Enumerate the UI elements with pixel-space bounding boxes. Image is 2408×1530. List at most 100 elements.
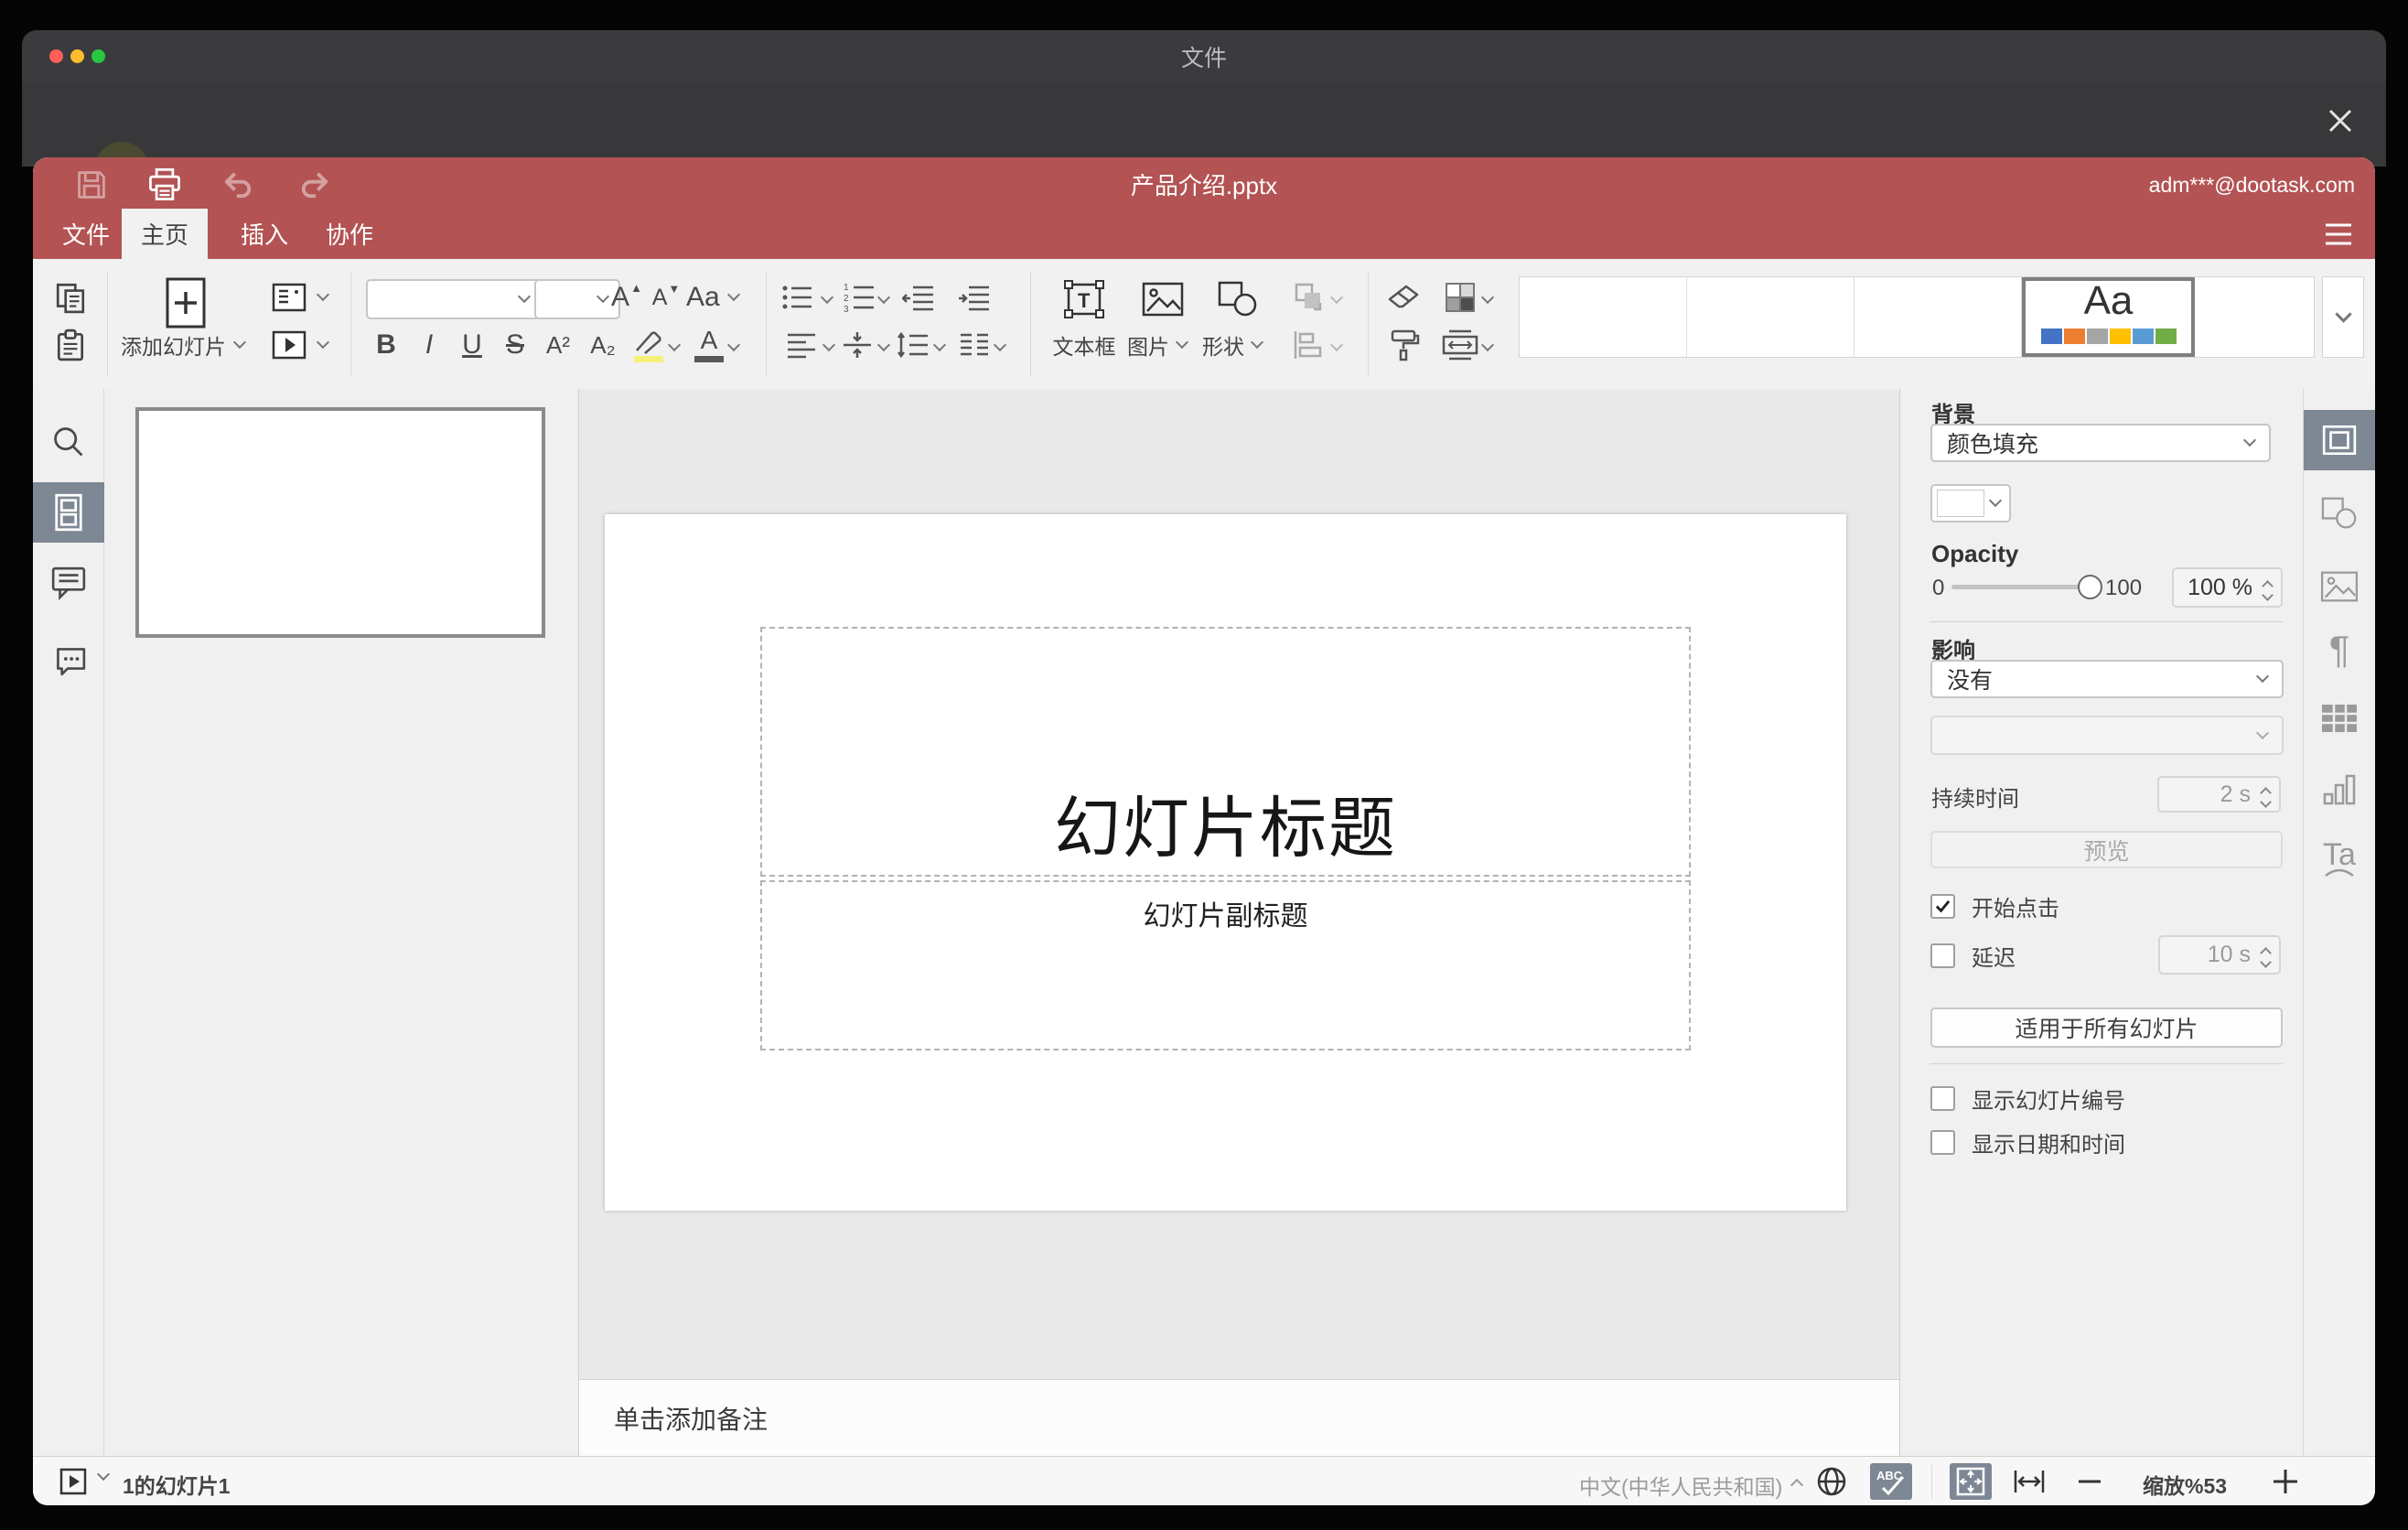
fit-to-slide-button[interactable] <box>1950 1463 1992 1500</box>
theme-option[interactable] <box>1520 277 1687 357</box>
image-settings-tab[interactable] <box>2304 556 2375 617</box>
horizontal-align-button[interactable] <box>780 324 822 366</box>
theme-option-selected[interactable]: Aa <box>2022 277 2195 357</box>
insert-image-button[interactable] <box>1134 276 1191 322</box>
font-name-select[interactable] <box>366 279 542 319</box>
spellcheck-button[interactable]: ABC <box>1870 1463 1912 1500</box>
fill-type-select[interactable]: 颜色填充 <box>1930 424 2271 462</box>
chevron-up-icon[interactable] <box>1790 1478 1804 1492</box>
theme-option[interactable] <box>2195 277 2314 357</box>
notes-area[interactable]: 单击添加备注 <box>579 1379 1899 1456</box>
undo-button[interactable] <box>212 161 263 209</box>
shape-settings-tab[interactable] <box>2304 483 2375 544</box>
start-slideshow-button[interactable] <box>271 324 330 366</box>
bullets-button[interactable] <box>777 276 819 318</box>
preview-button[interactable]: 预览 <box>1930 831 2283 868</box>
chevron-down-icon[interactable] <box>822 338 836 352</box>
decrease-font-button[interactable]: A ▼ <box>646 276 686 318</box>
underline-button[interactable]: U <box>452 324 492 366</box>
search-panel-button[interactable] <box>33 412 104 472</box>
vertical-align-button[interactable] <box>836 324 878 366</box>
spinner-arrows[interactable] <box>2260 943 2272 968</box>
slide-layout-button[interactable] <box>271 276 330 318</box>
tab-home[interactable]: 主页 <box>122 209 208 259</box>
chevron-down-icon[interactable] <box>1480 338 1495 352</box>
increase-indent-button[interactable] <box>953 276 995 318</box>
copy-style-button[interactable] <box>1382 324 1424 366</box>
textart-settings-tab[interactable]: Ta <box>2304 829 2375 889</box>
apply-to-all-slides-button[interactable]: 适用于所有幻灯片 <box>1930 1007 2283 1048</box>
slide-size-button[interactable] <box>1439 324 1481 366</box>
slide-thumbnail-selected[interactable] <box>135 407 545 638</box>
opacity-slider-track[interactable] <box>1951 585 2080 589</box>
increase-font-button[interactable]: A ▲ <box>607 276 647 318</box>
columns-button[interactable] <box>953 324 995 366</box>
align-shape-button[interactable] <box>1288 324 1330 366</box>
show-slide-number-checkbox[interactable] <box>1930 1086 1955 1111</box>
slide-editor-area[interactable]: 幻灯片标题 幻灯片副标题 <box>579 389 1899 1379</box>
theme-option[interactable] <box>1687 277 1854 357</box>
tab-file[interactable]: 文件 <box>46 209 126 259</box>
start-slideshow-status-button[interactable] <box>55 1463 91 1500</box>
print-button[interactable] <box>139 161 190 209</box>
zoom-in-button[interactable] <box>2265 1463 2306 1500</box>
numbering-button[interactable]: 123 <box>839 276 881 318</box>
opacity-slider-handle[interactable] <box>2078 575 2102 599</box>
slide-settings-tab[interactable] <box>2304 410 2375 470</box>
highlight-color-button[interactable] <box>628 324 670 366</box>
duration-input[interactable]: 2 s <box>2157 776 2281 813</box>
spinner-arrows[interactable] <box>2262 576 2274 601</box>
tab-insert[interactable]: 插入 <box>224 209 305 259</box>
minimize-traffic-light[interactable] <box>70 49 84 63</box>
opacity-value-input[interactable]: 100 % <box>2172 567 2283 608</box>
chevron-down-icon[interactable] <box>820 290 834 305</box>
chevron-down-icon[interactable] <box>1480 290 1495 305</box>
slide-canvas[interactable]: 幻灯片标题 幻灯片副标题 <box>605 514 1846 1211</box>
decrease-indent-button[interactable] <box>898 276 940 318</box>
font-color-button[interactable]: A <box>688 324 730 366</box>
zoom-out-button[interactable] <box>2069 1463 2110 1500</box>
subtitle-placeholder[interactable]: 幻灯片副标题 <box>760 880 1691 1051</box>
chat-panel-button[interactable] <box>33 629 104 689</box>
save-button[interactable] <box>66 161 117 209</box>
close-button[interactable] <box>2313 93 2368 148</box>
title-placeholder[interactable]: 幻灯片标题 <box>760 627 1691 877</box>
strikethrough-button[interactable]: S <box>495 324 535 366</box>
add-slide-menu[interactable]: 添加幻灯片 <box>121 324 247 366</box>
paste-button[interactable] <box>49 324 91 366</box>
paragraph-settings-tab[interactable]: ¶ <box>2304 624 2375 675</box>
fit-to-width-button[interactable] <box>2009 1463 2049 1500</box>
color-scheme-button[interactable] <box>1439 276 1481 318</box>
bold-button[interactable]: B <box>366 324 406 366</box>
chevron-down-icon[interactable] <box>876 338 891 352</box>
arrange-shape-button[interactable] <box>1288 276 1330 318</box>
slides-panel-button[interactable] <box>33 482 104 543</box>
table-settings-tab[interactable] <box>2304 688 2375 749</box>
insert-image-menu[interactable]: 图片 <box>1127 329 1189 361</box>
chevron-down-icon[interactable] <box>1329 338 1344 352</box>
chevron-down-icon[interactable] <box>96 1467 111 1482</box>
fill-color-picker[interactable] <box>1930 484 2011 523</box>
chevron-down-icon[interactable] <box>932 338 947 352</box>
effect-variant-select[interactable] <box>1930 716 2284 755</box>
chevron-down-icon[interactable] <box>1329 290 1344 305</box>
maximize-traffic-light[interactable] <box>91 49 105 63</box>
comments-panel-button[interactable] <box>33 553 104 613</box>
close-traffic-light[interactable] <box>49 49 63 63</box>
effect-select[interactable]: 没有 <box>1930 660 2284 698</box>
subscript-button[interactable]: A₂ <box>583 324 623 366</box>
document-language-button[interactable] <box>1811 1461 1852 1502</box>
spinner-arrows[interactable] <box>2260 783 2272 808</box>
superscript-button[interactable]: A² <box>538 324 578 366</box>
chevron-down-icon[interactable] <box>993 338 1007 352</box>
insert-shape-menu[interactable]: 形状 <box>1202 329 1264 361</box>
italic-button[interactable]: I <box>409 324 449 366</box>
change-case-button[interactable]: Aa <box>686 276 740 318</box>
line-spacing-button[interactable] <box>892 324 934 366</box>
copy-button[interactable] <box>49 276 91 318</box>
start-on-click-checkbox[interactable] <box>1930 894 1955 919</box>
chevron-down-icon[interactable] <box>667 338 682 352</box>
tab-collaboration[interactable]: 协作 <box>309 209 390 259</box>
redo-button[interactable] <box>289 161 340 209</box>
textbox-button[interactable]: T <box>1052 276 1116 322</box>
